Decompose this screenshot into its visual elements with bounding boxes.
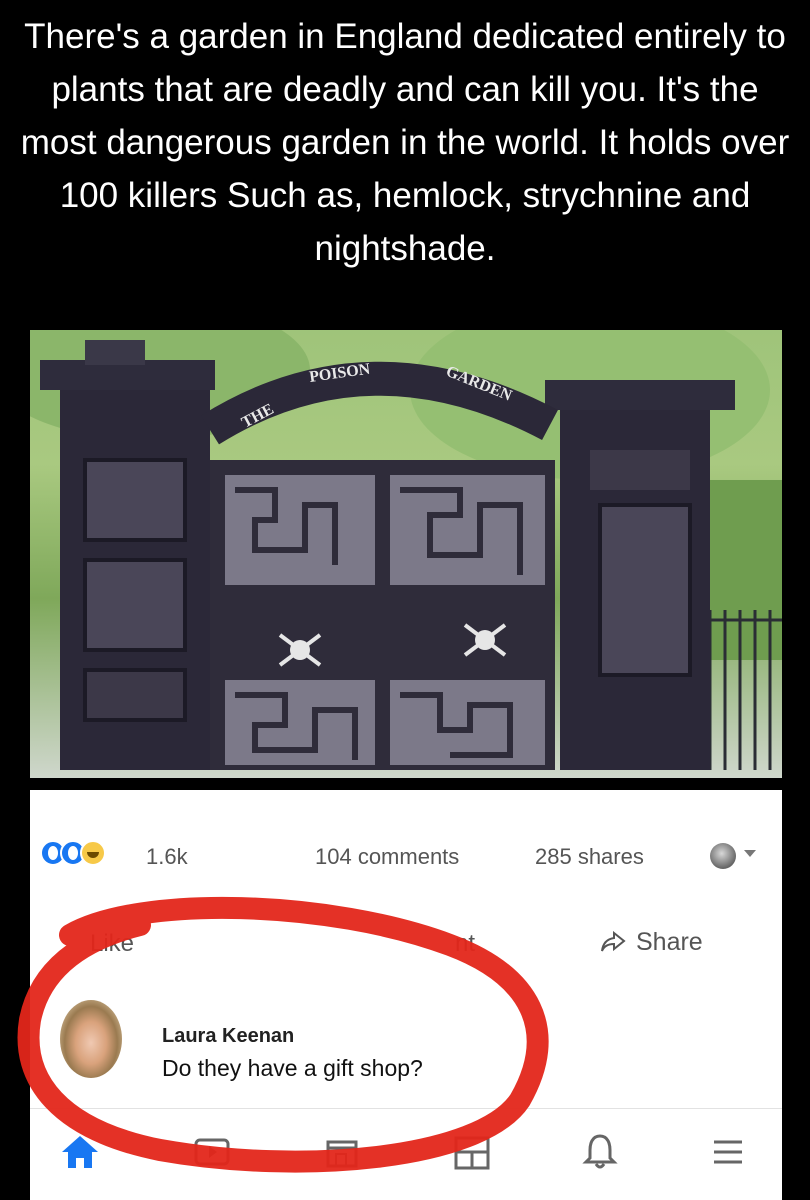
like-button[interactable]: Like (90, 930, 134, 958)
post-caption: There's a garden in England dedicated en… (0, 0, 810, 325)
share-button[interactable]: Share (600, 928, 703, 957)
share-label: Share (636, 928, 703, 956)
reactions-count[interactable]: 1.6k (146, 844, 188, 870)
post-actions-bar: Like nt Share (30, 920, 782, 965)
haha-reaction-icon (80, 840, 106, 866)
video-icon[interactable] (190, 1130, 234, 1174)
viewer-avatar[interactable] (710, 843, 736, 869)
chevron-down-icon[interactable] (744, 850, 756, 857)
divider (30, 1108, 782, 1109)
bottom-nav (30, 1120, 782, 1200)
comment-button[interactable]: nt (455, 930, 475, 958)
comment-text: Do they have a gift shop? (162, 1055, 423, 1081)
poison-garden-gate-image: THE POISON GARDEN (30, 330, 782, 770)
post-photo[interactable]: THE POISON GARDEN (30, 330, 782, 778)
avatar[interactable] (60, 1000, 122, 1078)
bell-icon[interactable] (578, 1130, 622, 1174)
home-icon[interactable] (58, 1130, 102, 1174)
menu-icon[interactable] (706, 1130, 750, 1174)
post-card: 1.6k 104 comments 285 shares Like nt Sha… (30, 790, 782, 1200)
post-stats-bar: 1.6k 104 comments 285 shares (30, 830, 782, 880)
groups-icon[interactable] (450, 1130, 494, 1174)
comments-count[interactable]: 104 comments (315, 844, 459, 870)
comment-item: Laura Keenan Do they have a gift shop? (30, 1000, 782, 1090)
marketplace-icon[interactable] (320, 1130, 364, 1174)
comment-author[interactable]: Laura Keenan (162, 1025, 294, 1048)
reactions-summary[interactable] (40, 840, 140, 868)
shares-count[interactable]: 285 shares (535, 844, 644, 870)
share-icon (601, 931, 626, 952)
